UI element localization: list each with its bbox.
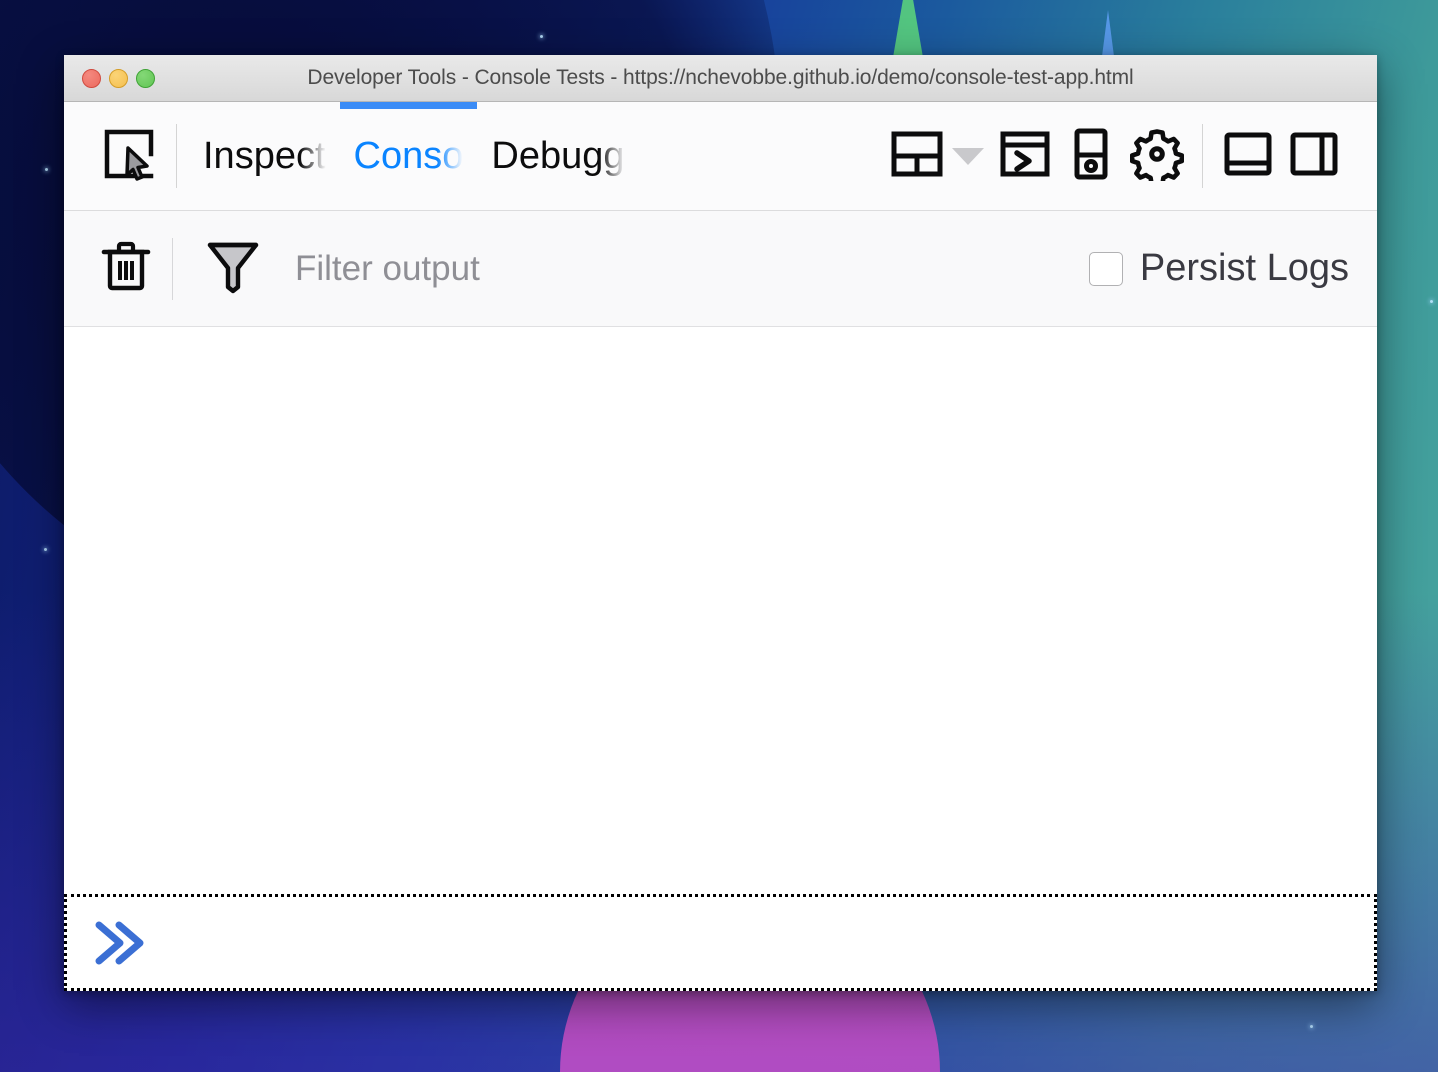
console-jsterm[interactable]	[64, 894, 1377, 991]
filter-toolbar-divider	[172, 237, 173, 300]
desktop-wallpaper: Developer Tools - Console Tests - https:…	[0, 0, 1438, 1072]
filter-toggle-button[interactable]	[201, 237, 265, 301]
persist-logs-control[interactable]: Persist Logs	[1088, 247, 1349, 290]
console-filter-toolbar: Persist Logs	[64, 211, 1377, 327]
wallpaper-star	[540, 35, 543, 38]
filter-output-input[interactable]	[295, 248, 1069, 289]
tab-console-label: Conso	[353, 134, 464, 177]
persist-logs-label: Persist Logs	[1139, 247, 1349, 289]
chevron-down-icon[interactable]	[952, 147, 984, 165]
trash-icon	[100, 239, 152, 298]
split-console-button[interactable]	[992, 123, 1058, 189]
dock-bottom-icon	[1222, 128, 1274, 185]
minimize-window-button[interactable]	[109, 68, 128, 88]
settings-button[interactable]	[1124, 123, 1190, 189]
dock-to-bottom-button[interactable]	[1215, 123, 1281, 189]
wallpaper-star	[1430, 300, 1433, 303]
window-titlebar[interactable]: Developer Tools - Console Tests - https:…	[64, 55, 1377, 102]
toolbar-right-controls	[884, 123, 1377, 189]
clear-console-button[interactable]	[94, 237, 158, 301]
toolbar-divider	[176, 124, 177, 188]
tab-inspector-label: Inspect	[203, 134, 326, 177]
toolbar-divider	[1202, 124, 1203, 188]
maximize-window-button[interactable]	[136, 68, 155, 88]
split-panel-icon	[891, 128, 943, 185]
dock-to-side-button[interactable]	[1281, 123, 1347, 189]
gear-icon	[1129, 127, 1185, 187]
dock-side-icon	[1288, 128, 1340, 185]
responsive-device-icon	[1065, 128, 1117, 185]
console-input[interactable]	[169, 925, 1374, 960]
tab-console[interactable]: Conso	[339, 101, 478, 211]
element-picker-button[interactable]	[94, 121, 164, 191]
console-output-area[interactable]	[64, 327, 1377, 894]
filter-funnel-icon	[205, 237, 261, 300]
devtools-tab-list: Inspect Conso Debugg	[189, 101, 639, 211]
tab-inspector[interactable]: Inspect	[189, 102, 340, 211]
wallpaper-star	[44, 548, 47, 551]
split-panel-layout-button[interactable]	[884, 123, 950, 189]
tab-debugger[interactable]: Debugg	[477, 102, 638, 211]
split-panel-group	[884, 123, 992, 189]
responsive-design-mode-button[interactable]	[1058, 123, 1124, 189]
devtools-window: Developer Tools - Console Tests - https:…	[64, 55, 1377, 991]
close-window-button[interactable]	[82, 68, 101, 88]
tab-debugger-label: Debugg	[491, 134, 625, 177]
persist-logs-checkbox[interactable]	[1088, 251, 1123, 286]
wallpaper-star	[1310, 1025, 1313, 1028]
console-prompt-chevron-icon	[89, 913, 153, 973]
devtools-main-toolbar: Inspect Conso Debugg	[64, 101, 1377, 211]
element-picker-icon	[101, 126, 157, 187]
console-prompt-icon	[999, 128, 1051, 185]
wallpaper-star	[45, 168, 48, 171]
window-title: Developer Tools - Console Tests - https:…	[307, 66, 1134, 89]
window-controls	[82, 68, 155, 88]
